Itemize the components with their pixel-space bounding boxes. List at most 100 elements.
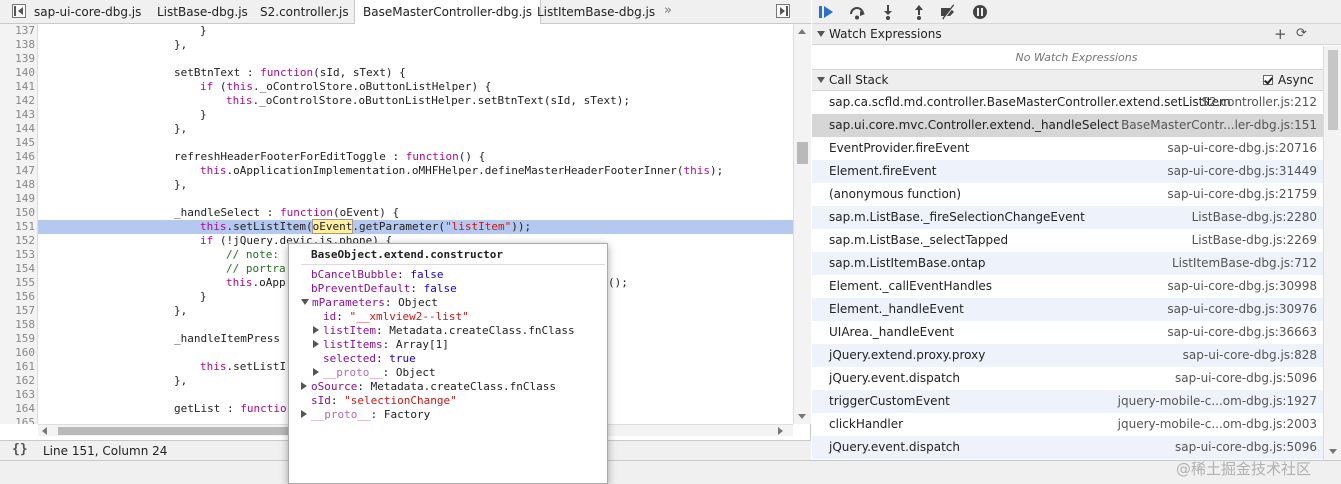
collapse-triangle-icon[interactable] xyxy=(301,299,309,305)
call-frame-location[interactable]: sap-ui-core-dbg.js:5096 xyxy=(1175,371,1317,385)
async-checkbox[interactable] xyxy=(1263,75,1273,85)
scroll-left-arrow-icon[interactable] xyxy=(42,427,47,435)
call-frame[interactable]: sap.m.ListBase._selectTapped ListBase-dbg… xyxy=(812,229,1323,252)
line-number[interactable]: 141 xyxy=(0,80,35,94)
deactivate-breakpoints-icon[interactable] xyxy=(940,4,956,20)
call-frame[interactable]: Element._handleEvent sap-ui-core-dbg.js:3… xyxy=(812,298,1323,321)
line-number[interactable]: 144 xyxy=(0,122,35,136)
call-frame[interactable]: Element.fireEvent sap-ui-core-dbg.js:3144… xyxy=(812,160,1323,183)
scroll-right-arrow-icon[interactable] xyxy=(778,427,783,435)
line-number[interactable]: 150 xyxy=(0,206,35,220)
call-frame[interactable]: jQuery.event.dispatch sap-ui-core-dbg.js:… xyxy=(812,436,1323,459)
toggle-navigator-icon[interactable] xyxy=(12,4,26,18)
call-frame[interactable]: EventProvider.fireEvent sap-ui-core-dbg.j… xyxy=(812,137,1323,160)
scrollbar-thumb[interactable] xyxy=(797,142,808,164)
toggle-debugger-icon[interactable] xyxy=(776,4,790,18)
line-number[interactable]: 158 xyxy=(0,318,35,332)
property-row-collapsed[interactable]: __proto__: Object xyxy=(313,366,436,380)
line-number[interactable]: 147 xyxy=(0,164,35,178)
call-frame-location[interactable]: jquery-mobile-c...om-dbg.js:1927 xyxy=(1118,394,1317,408)
step-over-icon[interactable] xyxy=(849,4,865,20)
expand-triangle-icon[interactable] xyxy=(301,410,307,418)
tab-listitembase[interactable]: ListItemBase-dbg.js xyxy=(529,0,663,24)
line-number[interactable]: 160 xyxy=(0,346,35,360)
line-number[interactable]: 139 xyxy=(0,52,35,66)
expand-triangle-icon[interactable] xyxy=(301,382,307,390)
tab-sap-ui-core[interactable]: sap-ui-core-dbg.js xyxy=(26,0,149,24)
tab-basemastercontroller[interactable]: BaseMasterController-dbg.js xyxy=(354,0,542,24)
line-number[interactable]: 161 xyxy=(0,360,35,374)
expand-triangle-icon[interactable] xyxy=(313,340,319,348)
resume-icon[interactable] xyxy=(818,4,834,20)
line-number[interactable]: 149 xyxy=(0,192,35,206)
call-frame[interactable]: clickHandler jquery-mobile-c...om-dbg.js:… xyxy=(812,413,1323,436)
scrollbar-thumb[interactable] xyxy=(1328,50,1338,130)
line-number[interactable]: 137 xyxy=(0,24,35,38)
line-number[interactable]: 164 xyxy=(0,402,35,416)
expand-triangle-icon[interactable] xyxy=(313,368,319,376)
call-frame-location[interactable]: jquery-mobile-c...om-dbg.js:2003 xyxy=(1118,417,1317,431)
line-number[interactable]: 163 xyxy=(0,388,35,402)
line-number[interactable]: 156 xyxy=(0,290,35,304)
step-into-icon[interactable] xyxy=(880,4,896,20)
call-frame-location[interactable]: sap-ui-core-dbg.js:5096 xyxy=(1175,440,1317,454)
line-number[interactable]: 165 xyxy=(0,416,35,424)
scroll-up-arrow-icon[interactable] xyxy=(798,29,806,34)
call-frame-location[interactable]: sap-ui-core-dbg.js:828 xyxy=(1183,348,1317,362)
line-number-gutter[interactable]: 137 138 139 140 141 142 143 144 145 146 147 148 149 1… xyxy=(0,24,38,424)
pause-on-exceptions-icon[interactable] xyxy=(972,4,988,20)
tab-listbase[interactable]: ListBase-dbg.js xyxy=(149,0,256,24)
call-frame[interactable]: UIArea._handleEvent sap-ui-core-dbg.js:36… xyxy=(812,321,1323,344)
property-row-collapsed[interactable]: oSource: Metadata.createClass.fnClass xyxy=(301,380,556,394)
property-row-expanded[interactable]: mParameters: Object xyxy=(301,296,438,310)
line-number[interactable]: 152 xyxy=(0,234,35,248)
line-number[interactable]: 140 xyxy=(0,66,35,80)
call-frame[interactable]: sap.ui.core.mvc.Controller.extend._handl… xyxy=(812,114,1323,137)
call-frame[interactable]: sap.ca.scfld.md.controller.BaseMasterCon… xyxy=(812,91,1323,114)
scroll-down-arrow-icon[interactable] xyxy=(1329,449,1337,454)
call-frame[interactable]: jQuery.event.dispatch sap-ui-core-dbg.js:… xyxy=(812,367,1323,390)
add-watch-icon[interactable]: + xyxy=(1274,25,1287,43)
call-frame-location[interactable]: BaseMasterContr...ler-dbg.js:151 xyxy=(1121,118,1317,132)
call-frame[interactable]: jQuery.extend.proxy.proxy sap-ui-core-dbg… xyxy=(812,344,1323,367)
property-row-collapsed[interactable]: __proto__: Factory xyxy=(301,408,430,422)
line-number[interactable]: 142 xyxy=(0,94,35,108)
line-number[interactable]: 143 xyxy=(0,108,35,122)
call-frame[interactable]: (anonymous function) sap-ui-core-dbg.js:2… xyxy=(812,183,1323,206)
line-number[interactable]: 138 xyxy=(0,38,35,52)
line-number[interactable]: 157 xyxy=(0,304,35,318)
call-frame[interactable]: triggerCustomEvent jquery-mobile-c...om-d… xyxy=(812,390,1323,413)
line-number[interactable]: 162 xyxy=(0,374,35,388)
refresh-watch-icon[interactable]: ⟳ xyxy=(1296,26,1307,41)
pretty-print-button[interactable]: {} xyxy=(12,442,28,457)
expand-triangle-icon[interactable] xyxy=(313,326,319,334)
call-frame-location[interactable]: sap-ui-core-dbg.js:31449 xyxy=(1167,164,1317,178)
call-frame-location[interactable]: sap-ui-core-dbg.js:36663 xyxy=(1167,325,1317,339)
hovered-token[interactable]: oEvent xyxy=(311,219,354,234)
editor-vertical-scrollbar[interactable] xyxy=(793,24,811,424)
property-row-collapsed[interactable]: listItems: Array[1] xyxy=(313,338,449,352)
call-frame-location[interactable]: ListItemBase-dbg.js:712 xyxy=(1172,256,1317,270)
property-row-collapsed[interactable]: listItem: Metadata.createClass.fnClass xyxy=(313,324,575,338)
line-number[interactable]: 151 xyxy=(0,220,35,234)
line-number[interactable]: 154 xyxy=(0,262,35,276)
line-number[interactable]: 145 xyxy=(0,136,35,150)
call-frame-location[interactable]: sap-ui-core-dbg.js:30976 xyxy=(1167,302,1317,316)
call-frame[interactable]: sap.m.ListItemBase.ontap ListItemBase-dbg… xyxy=(812,252,1323,275)
tab-s2-controller[interactable]: S2.controller.js xyxy=(252,0,357,24)
tab-overflow-button[interactable]: » xyxy=(664,0,672,24)
call-frame[interactable]: Element._callEventHandles sap-ui-core-dbg… xyxy=(812,275,1323,298)
call-frame-location[interactable]: sap-ui-core-dbg.js:30998 xyxy=(1167,279,1317,293)
sidebar-vertical-scrollbar[interactable] xyxy=(1323,46,1341,460)
line-number[interactable]: 155 xyxy=(0,276,35,290)
call-frame-location[interactable]: sap-ui-core-dbg.js:20716 xyxy=(1167,141,1317,155)
watch-expressions-header[interactable]: Watch Expressions + ⟳ xyxy=(812,23,1341,45)
line-number[interactable]: 148 xyxy=(0,178,35,192)
line-number[interactable]: 146 xyxy=(0,150,35,164)
call-stack-header[interactable]: Call Stack Async xyxy=(812,69,1341,91)
line-number[interactable]: 153 xyxy=(0,248,35,262)
call-frame[interactable]: sap.m.ListBase._fireSelectionChangeEvent… xyxy=(812,206,1323,229)
step-out-icon[interactable] xyxy=(911,4,927,20)
object-inspector-popover[interactable]: BaseObject.extend.constructor bCancelBub… xyxy=(288,243,608,484)
call-frame-location[interactable]: ListBase-dbg.js:2280 xyxy=(1192,210,1317,224)
